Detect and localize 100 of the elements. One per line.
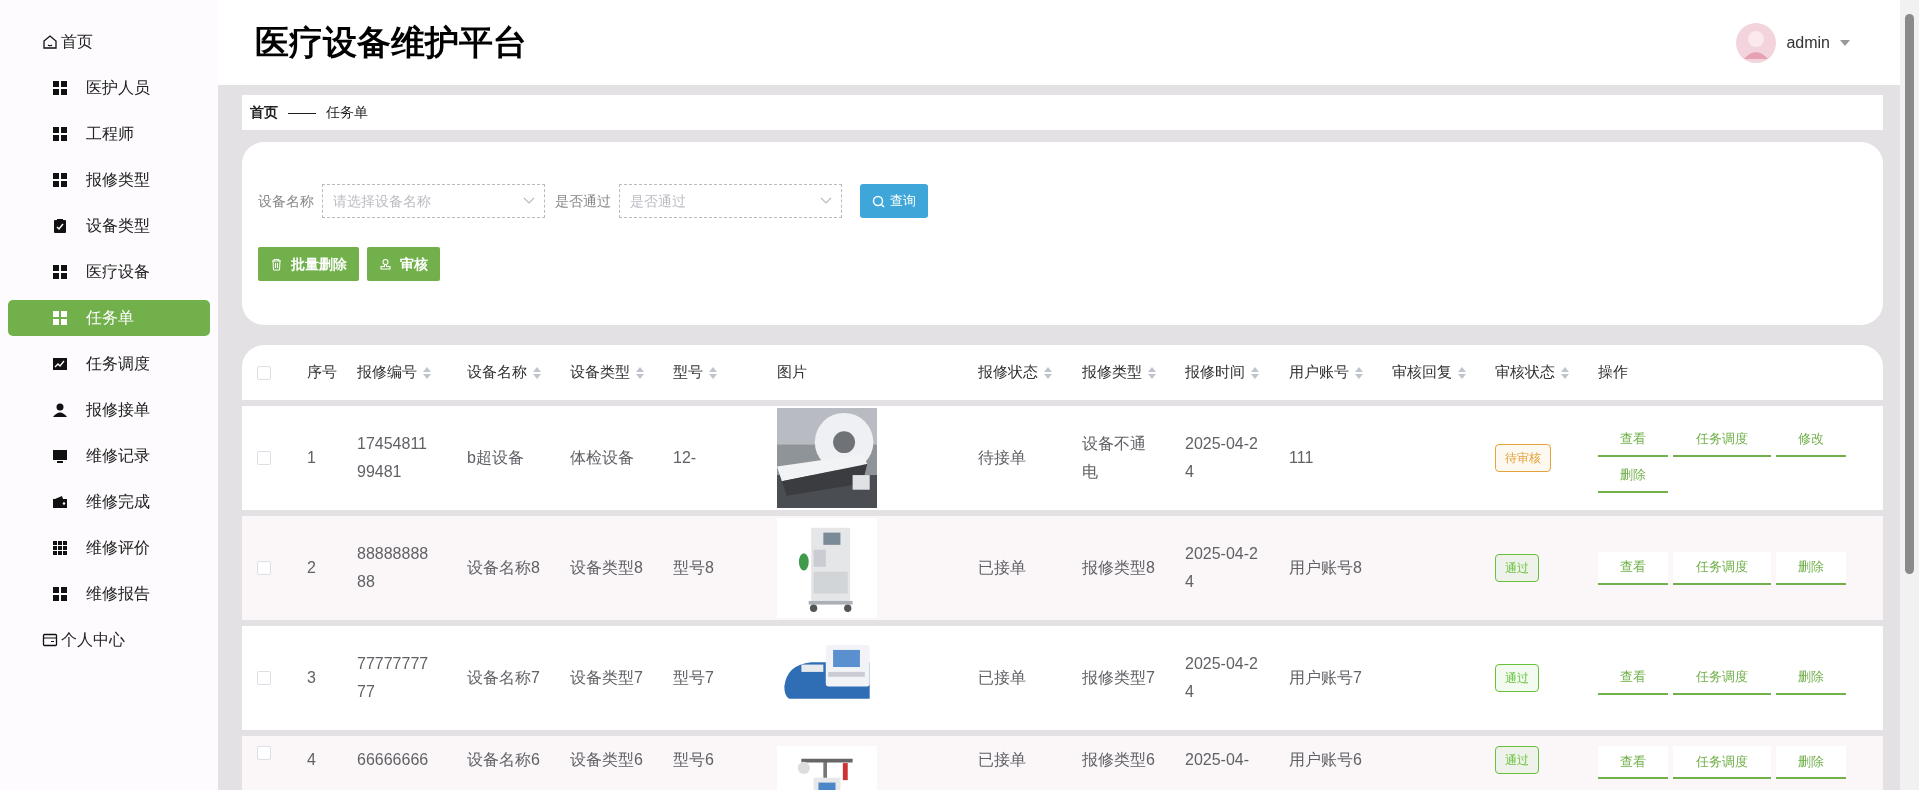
table-cell-text: 1745481199481 — [357, 434, 428, 482]
table-cell-text: 型号6 — [673, 750, 715, 770]
table-cell-text: 4 — [307, 750, 317, 770]
app-title: 医疗设备维护平台 — [255, 22, 528, 63]
home-icon — [42, 34, 58, 50]
table-cell-text: 用户账号7 — [1289, 668, 1363, 688]
column-header[interactable]: 用户账号 — [1289, 361, 1349, 384]
table-cell-text: 报修类型7 — [1082, 668, 1156, 688]
status-tag: 待审核 — [1495, 444, 1551, 472]
sort-icon[interactable] — [1044, 366, 1052, 379]
trash-icon — [270, 257, 283, 271]
table-cell-text: 设备类型8 — [570, 558, 644, 578]
select-all-checkbox[interactable] — [257, 365, 271, 380]
sidebar-item[interactable]: 维修完成 — [8, 484, 210, 520]
grid-icon — [52, 80, 68, 96]
row-checkbox[interactable] — [257, 746, 271, 760]
row-checkbox[interactable] — [257, 671, 271, 685]
scrollbar-thumb[interactable] — [1905, 14, 1914, 574]
card-icon — [42, 632, 58, 648]
column-header[interactable]: 设备名称 — [467, 361, 527, 384]
sort-icon[interactable] — [1148, 366, 1156, 379]
table-cell-text: 已接单 — [978, 668, 1027, 688]
sidebar-item[interactable]: 报修接单 — [8, 392, 210, 428]
row-checkbox[interactable] — [257, 561, 271, 575]
grid-icon — [52, 540, 68, 556]
table-cell-text: 已接单 — [978, 558, 1027, 578]
grid-icon — [52, 264, 68, 280]
table-cell-text: 2025-04-24 — [1185, 544, 1259, 592]
caret-icon[interactable] — [1840, 39, 1850, 46]
table-cell-text: 2025-04-24 — [1185, 434, 1259, 482]
column-header: 图片 — [777, 362, 807, 383]
user-icon — [52, 402, 68, 418]
grid-icon — [52, 586, 68, 602]
column-header[interactable]: 审核回复 — [1392, 361, 1452, 384]
grid-icon — [52, 172, 68, 188]
status-tag: 通过 — [1495, 664, 1539, 692]
column-header[interactable]: 审核状态 — [1495, 361, 1555, 384]
table-cell-text: 66666666 — [357, 750, 430, 770]
table-cell-text: 设备类型7 — [570, 668, 644, 688]
sort-icon[interactable] — [636, 366, 644, 379]
table-cell-text: 7777777777 — [357, 654, 430, 702]
status-tag: 通过 — [1495, 554, 1539, 582]
sidebar-item[interactable]: 医护人员 — [8, 70, 210, 106]
table-cell-text: 设备名称8 — [467, 558, 541, 578]
user-name[interactable]: admin — [1786, 30, 1830, 55]
sidebar-item[interactable]: 报修类型 — [8, 162, 210, 198]
sidebar-item[interactable]: 医疗设备 — [8, 254, 210, 290]
sort-icon[interactable] — [1251, 366, 1259, 379]
sidebar-item[interactable]: 维修记录 — [8, 438, 210, 474]
table-cell-text: 报修类型8 — [1082, 558, 1156, 578]
sidebar-item[interactable]: 任务调度 — [8, 346, 210, 382]
sidebar-item[interactable]: 工程师 — [8, 116, 210, 152]
avatar[interactable] — [1736, 22, 1777, 63]
breadcrumb-item[interactable]: 首页 — [250, 102, 278, 123]
table-cell-text: 设备名称7 — [467, 668, 541, 688]
breadcrumb-item: 任务单 — [326, 103, 368, 122]
column-header: 序号 — [307, 362, 337, 383]
sort-icon[interactable] — [423, 366, 431, 379]
grid-icon — [52, 126, 68, 142]
sidebar-item[interactable]: 维修报告 — [8, 576, 210, 612]
table-cell-text: 设备类型6 — [570, 750, 644, 770]
table-cell-text: 已接单 — [978, 750, 1027, 770]
row-checkbox[interactable] — [257, 451, 271, 465]
sidebar-link[interactable]: 个人中心 — [8, 622, 210, 658]
sort-icon[interactable] — [1355, 366, 1363, 379]
column-header[interactable]: 报修时间 — [1185, 361, 1245, 384]
chevron-down-icon — [820, 197, 832, 205]
select-field[interactable]: 是否通过 — [619, 184, 842, 218]
filter-label: 是否通过 — [555, 191, 611, 211]
table-cell-text: 设备名称6 — [467, 750, 541, 770]
table-cell-text: 型号7 — [673, 668, 715, 688]
grid-icon — [52, 310, 68, 326]
scrollbar[interactable] — [1900, 0, 1919, 790]
status-tag: 通过 — [1495, 746, 1539, 774]
table-cell-text: 12- — [673, 448, 698, 468]
table-cell-text: 111 — [1289, 448, 1315, 468]
table-cell-text: 用户账号8 — [1289, 558, 1363, 578]
monitor-icon — [52, 448, 68, 464]
column-header[interactable]: 型号 — [673, 361, 703, 384]
sidebar-link[interactable]: 首页 — [8, 24, 210, 60]
sidebar-item[interactable]: 设备类型 — [8, 208, 210, 244]
table-cell-text: 2025-04-24 — [1185, 654, 1259, 702]
column-header[interactable]: 报修编号 — [357, 361, 417, 384]
column-header[interactable]: 报修类型 — [1082, 361, 1142, 384]
sort-icon[interactable] — [1458, 366, 1466, 379]
table-cell-text: 待接单 — [978, 448, 1027, 468]
stamp-icon — [379, 257, 392, 271]
sort-icon[interactable] — [1561, 366, 1569, 379]
table-cell-text: 型号8 — [673, 558, 715, 578]
sort-icon[interactable] — [533, 366, 541, 379]
select-field[interactable]: 请选择设备名称 — [322, 184, 545, 218]
chart-icon — [52, 356, 68, 372]
column-header[interactable]: 设备类型 — [570, 361, 630, 384]
sort-icon[interactable] — [709, 366, 717, 379]
filter-label: 设备名称 — [258, 191, 314, 211]
sidebar-item[interactable]: 维修评价 — [8, 530, 210, 566]
column-header[interactable]: 报修状态 — [978, 361, 1038, 384]
table-cell-text: 3 — [307, 668, 317, 688]
table-cell-text: 8888888888 — [357, 544, 430, 592]
table-cell-text: 2025-04- — [1185, 750, 1251, 770]
